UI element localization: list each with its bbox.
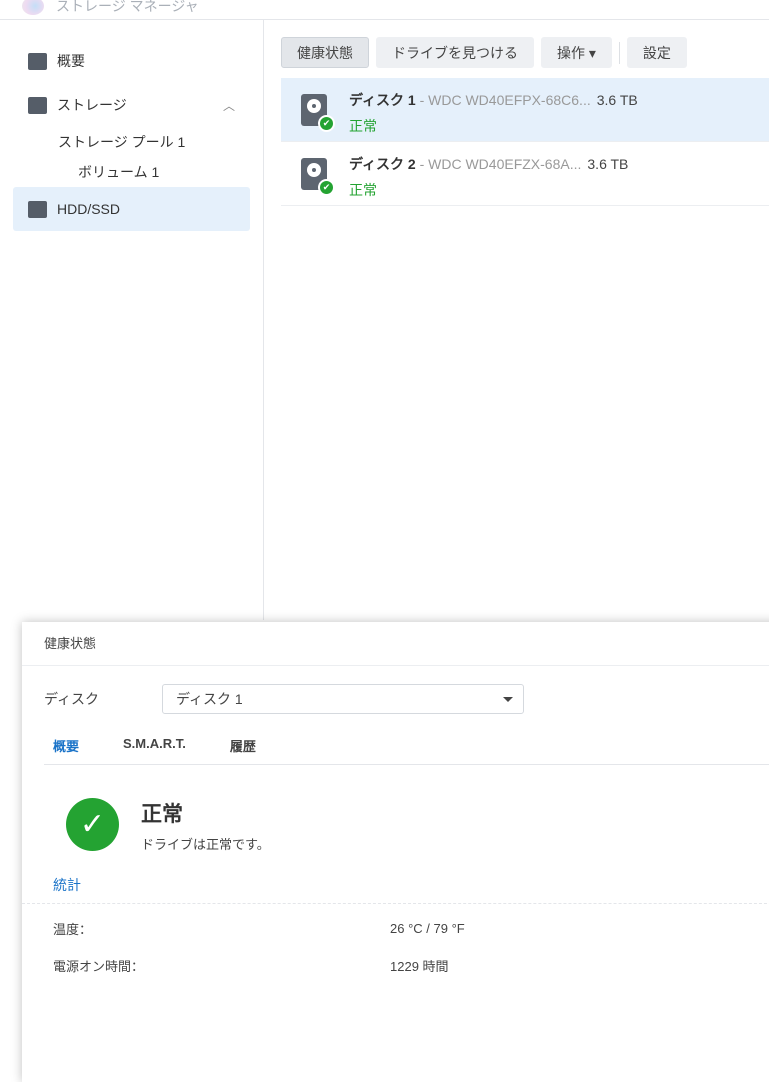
toolbar: 健康状態 ドライブを見つける 操作 ▾ 設定: [264, 20, 769, 68]
sidebar-item-label: 概要: [57, 53, 85, 69]
storage-icon: [28, 96, 47, 114]
sidebar-item-hdd-ssd[interactable]: HDD/SSD: [13, 187, 250, 231]
check-circle-icon: ✓: [66, 798, 119, 851]
caret-down-icon: [503, 697, 513, 702]
health-button[interactable]: 健康状態: [281, 37, 369, 68]
app-header: ストレージ マネージャ: [0, 0, 769, 20]
main-panel: 健康状態 ドライブを見つける 操作 ▾ 設定 ✔ ディスク 1 - WDC WD…: [264, 20, 769, 206]
sidebar-item-storage-pool[interactable]: ストレージ プール 1: [0, 127, 263, 157]
action-dropdown-button[interactable]: 操作 ▾: [541, 37, 612, 68]
tab-overview[interactable]: 概要: [44, 736, 88, 764]
health-dialog: 健康状態 ディスク ディスク 1 概要 S.M.A.R.T. 履歴 ✓ 正常 ド…: [22, 622, 769, 1082]
check-badge-icon: ✔: [318, 115, 335, 132]
sidebar-item-overview[interactable]: 概要: [0, 39, 263, 83]
settings-button[interactable]: 設定: [626, 37, 687, 68]
health-status: ✓ 正常 ドライブは正常です。: [22, 765, 769, 853]
disk-status: 正常: [349, 118, 377, 134]
sidebar-item-volume[interactable]: ボリューム 1: [0, 157, 263, 187]
disk-select-value: ディスク 1: [176, 691, 243, 707]
disk-name: ディスク 1: [349, 92, 416, 108]
overview-icon: [28, 52, 47, 70]
hdd-icon: [28, 200, 47, 218]
stat-row-power-on-hours: 電源オン時間： 1229 時間: [22, 947, 769, 984]
stats-section-title: 統計: [22, 853, 769, 904]
hdd-icon: ✔: [301, 94, 335, 132]
sidebar-item-label: HDD/SSD: [57, 201, 121, 217]
disk-size: 3.6 TB: [596, 92, 638, 108]
tab-smart[interactable]: S.M.A.R.T.: [114, 736, 195, 764]
disk-size: 3.6 TB: [587, 156, 629, 172]
disk-model: - WDC WD40EFZX-68A...: [415, 156, 582, 172]
disk-select[interactable]: ディスク 1: [162, 684, 524, 714]
disk-model: - WDC WD40EFPX-68C6...: [415, 92, 591, 108]
disk-row[interactable]: ✔ ディスク 1 - WDC WD40EFPX-68C6... 3.6 TB 正常: [281, 78, 769, 142]
sidebar: 概要 ストレージ ︿ ストレージ プール 1 ボリューム 1 HDD/SSD: [0, 20, 264, 620]
disk-row[interactable]: ✔ ディスク 2 - WDC WD40EFZX-68A... 3.6 TB 正常: [281, 142, 769, 206]
sidebar-item-storage[interactable]: ストレージ ︿: [0, 83, 263, 127]
status-description: ドライブは正常です。: [141, 837, 270, 852]
locate-drive-button[interactable]: ドライブを見つける: [376, 37, 534, 68]
stat-label: 電源オン時間：: [53, 959, 145, 974]
disk-label: ディスク: [44, 691, 100, 707]
status-title: 正常: [141, 803, 183, 826]
check-badge-icon: ✔: [318, 179, 335, 196]
stat-label: 温度：: [53, 922, 93, 937]
toolbar-divider: [618, 41, 620, 64]
sidebar-item-label: ストレージ: [57, 97, 127, 113]
disk-name: ディスク 2: [349, 156, 416, 172]
stat-value: 1229 時間: [390, 959, 449, 974]
storage-manager-logo-icon: [22, 0, 44, 15]
hdd-icon: ✔: [301, 158, 335, 196]
dialog-tabs: 概要 S.M.A.R.T. 履歴: [44, 736, 769, 765]
tab-history[interactable]: 履歴: [221, 736, 265, 764]
dialog-title: 健康状態: [22, 622, 769, 666]
stat-row-temperature: 温度： 26 °C / 79 °F: [22, 910, 769, 947]
chevron-up-icon[interactable]: ︿: [223, 97, 235, 114]
app-title: ストレージ マネージャ: [56, 0, 199, 14]
disk-status: 正常: [349, 182, 377, 198]
stat-value: 26 °C / 79 °F: [390, 921, 465, 936]
